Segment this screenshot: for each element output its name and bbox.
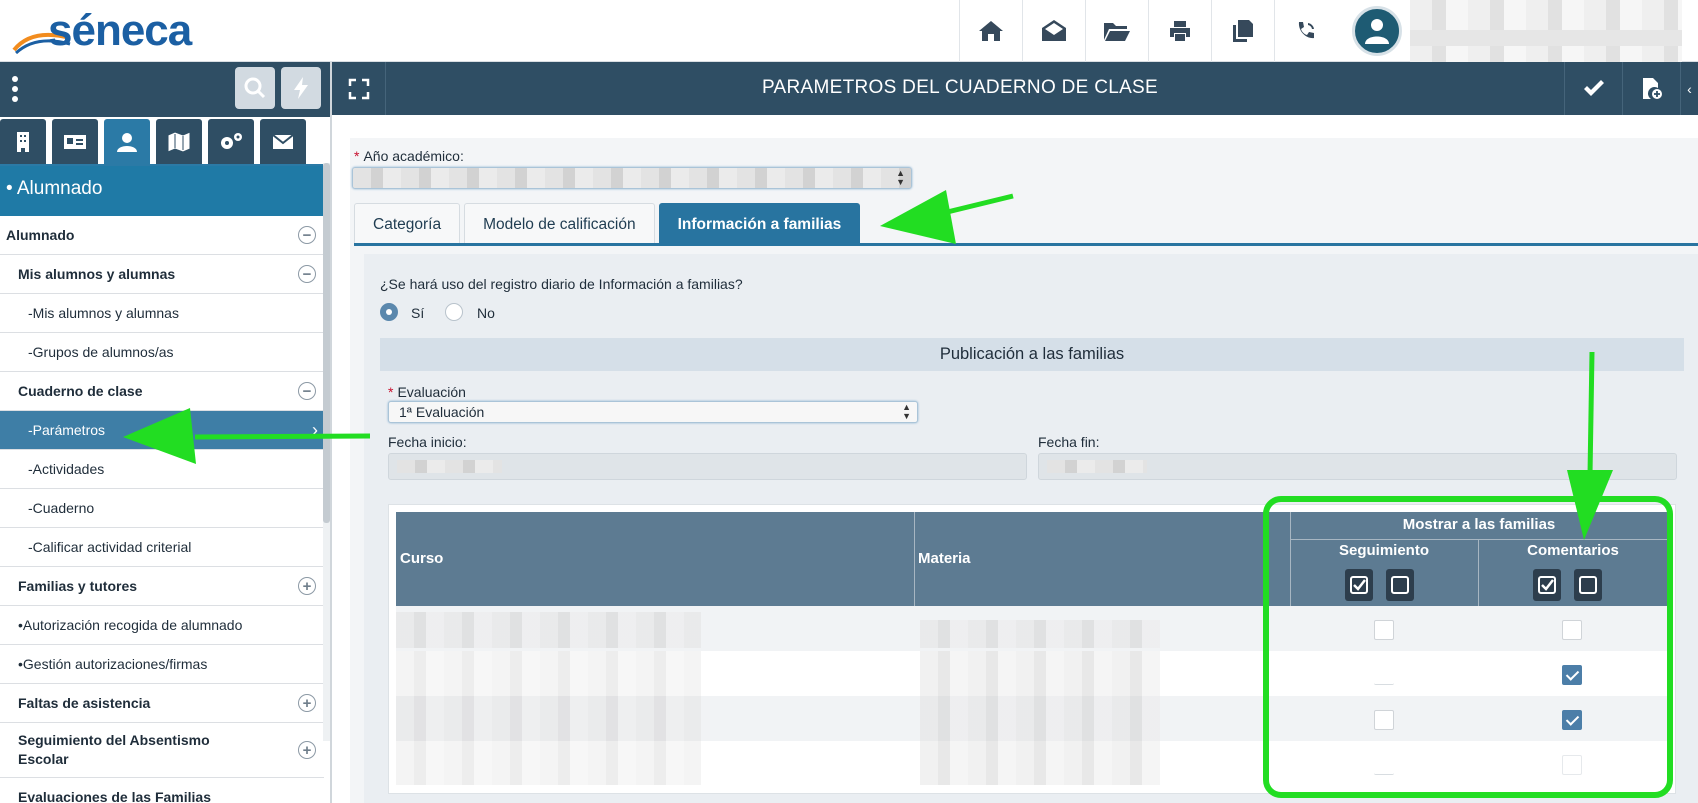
annotation-arrow-column-icon: [1567, 351, 1613, 540]
annotation-arrow-params-icon: [123, 408, 371, 464]
annotation-arrow-tab-icon: [880, 190, 1014, 244]
annotation-arrows: [123, 190, 1613, 540]
